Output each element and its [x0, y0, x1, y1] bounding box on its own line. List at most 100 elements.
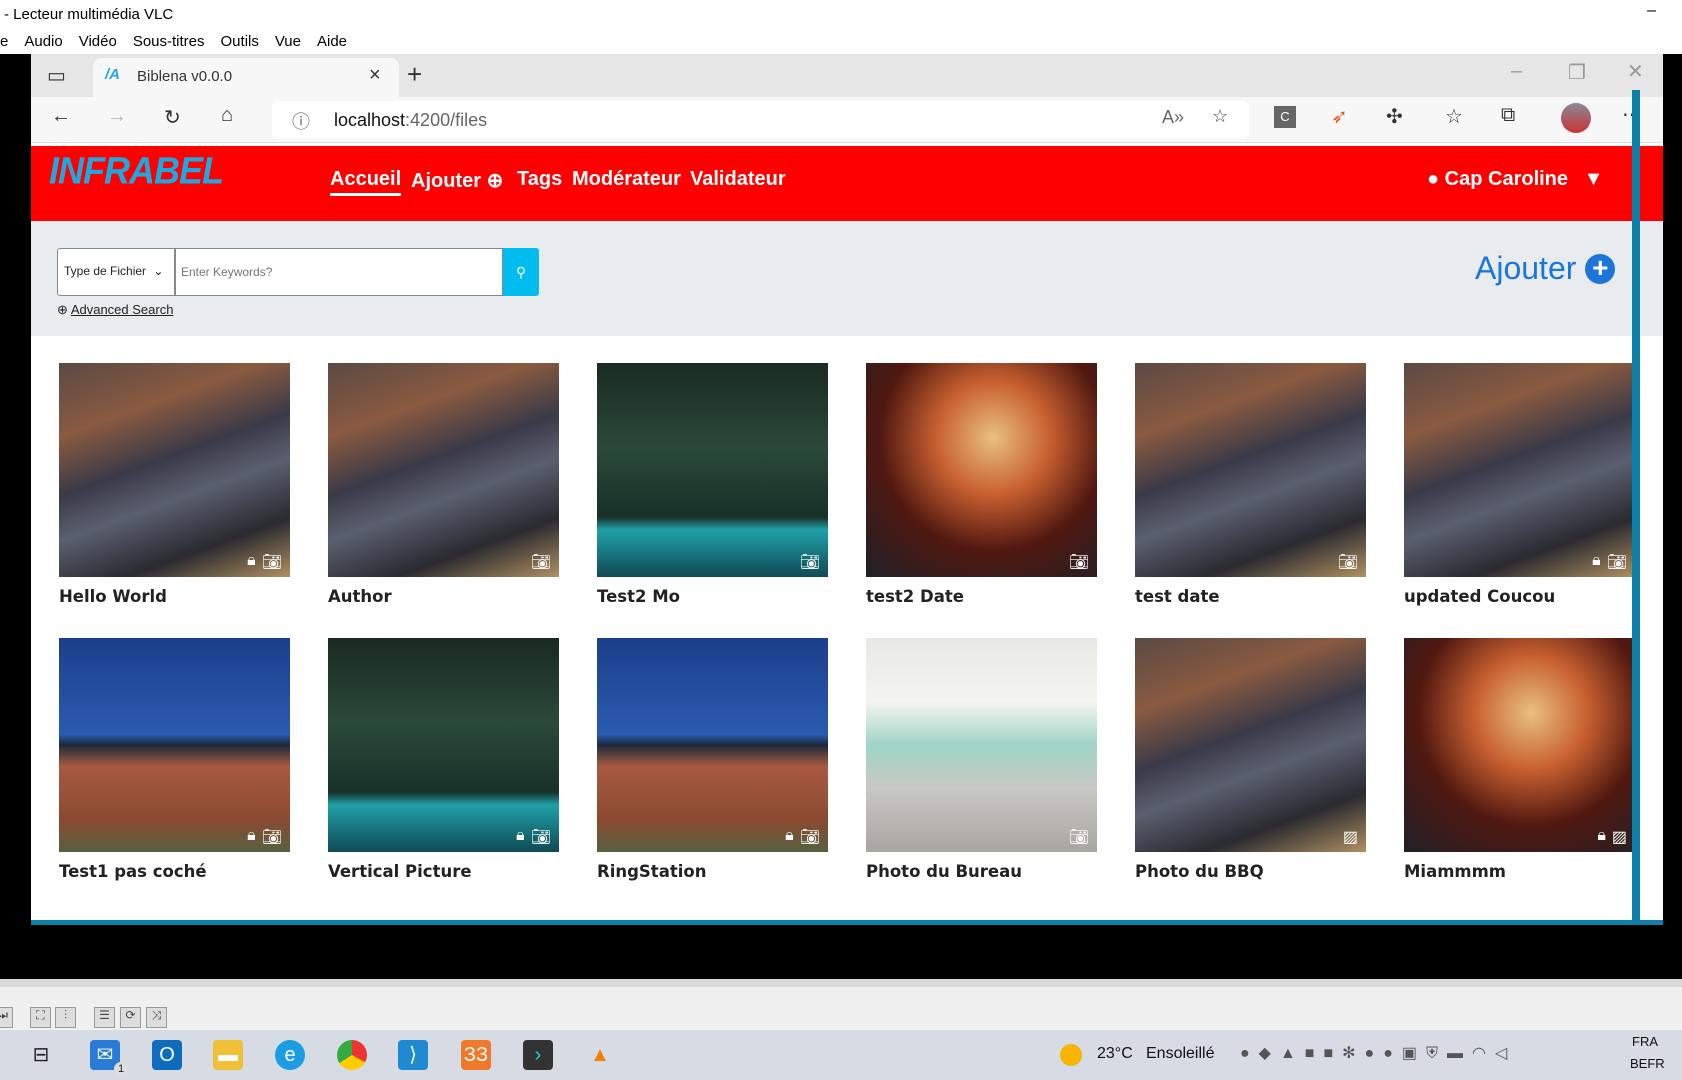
minimize-icon[interactable]: –: [1511, 60, 1522, 83]
file-card[interactable]: 📷︎ test2 Date: [866, 363, 1097, 606]
file-type-select[interactable]: Type de Fichier ⌄: [57, 248, 175, 296]
vscode-icon[interactable]: ⟩: [398, 1040, 428, 1070]
file-card[interactable]: 📷︎ Test2 Mo: [597, 363, 828, 606]
file-thumbnail[interactable]: 🔒︎ 📷︎: [328, 638, 559, 852]
file-card[interactable]: 📷︎ Author: [328, 363, 559, 606]
file-title[interactable]: test2 Date: [866, 587, 1097, 606]
file-title[interactable]: Photo du Bureau: [866, 862, 1097, 881]
file-title[interactable]: RingStation: [597, 862, 828, 881]
outlook-icon[interactable]: O: [152, 1040, 182, 1070]
file-thumbnail[interactable]: 🔒︎ 📷︎: [1404, 363, 1635, 577]
next-frame-button[interactable]: ⏭: [0, 1007, 13, 1028]
keyboard-layout[interactable]: BEFR: [1630, 1056, 1665, 1071]
ajouter-button[interactable]: Ajouter +: [1475, 250, 1616, 287]
nav-accueil[interactable]: Accueil: [330, 168, 402, 196]
file-card[interactable]: 🔒︎ 📷︎ Vertical Picture: [328, 638, 559, 881]
forward-icon[interactable]: →: [107, 105, 127, 128]
chrome-icon[interactable]: [337, 1040, 367, 1070]
file-thumbnail[interactable]: 📷︎: [1135, 363, 1366, 577]
file-title[interactable]: updated Coucou: [1404, 587, 1635, 606]
file-explorer-icon[interactable]: ▬: [213, 1040, 243, 1070]
file-thumbnail[interactable]: 🔒︎ 📷︎: [597, 638, 828, 852]
nav-tags[interactable]: Tags: [517, 168, 562, 191]
file-thumbnail[interactable]: 🔒︎ ▨: [1404, 638, 1635, 852]
weather-temp[interactable]: 23°C: [1097, 1045, 1133, 1063]
new-tab-icon[interactable]: +: [407, 59, 422, 90]
profile-avatar[interactable]: [1561, 103, 1591, 133]
menu-media[interactable]: e: [0, 30, 8, 54]
vlc-icon[interactable]: ▲: [585, 1040, 615, 1070]
shuffle-button[interactable]: ⤨: [146, 1007, 167, 1028]
file-title[interactable]: Test2 Mo: [597, 587, 828, 606]
user-menu[interactable]: ● Cap Caroline ▼: [1427, 168, 1603, 191]
close-window-icon[interactable]: ✕: [1627, 59, 1644, 84]
weather-desc[interactable]: Ensoleillé: [1146, 1045, 1214, 1063]
menu-view[interactable]: Vue: [275, 30, 301, 54]
fullscreen-button[interactable]: ⛶: [30, 1007, 51, 1028]
file-thumbnail[interactable]: 📷︎: [328, 363, 559, 577]
file-title[interactable]: Photo du BBQ: [1135, 862, 1366, 881]
refresh-icon[interactable]: ↻: [164, 105, 181, 130]
extension-c-icon[interactable]: C: [1274, 106, 1296, 128]
file-title[interactable]: Hello World: [59, 587, 290, 606]
infrabel-logo[interactable]: INFRABEL: [49, 149, 224, 193]
file-title[interactable]: Author: [328, 587, 559, 606]
file-thumbnail[interactable]: 🔒︎ 📷︎: [59, 638, 290, 852]
nav-validateur[interactable]: Validateur: [690, 168, 786, 191]
tab-actions-icon[interactable]: ▭: [47, 63, 66, 88]
system-tray-icons[interactable]: ●◆▲■■✻●●▣⛨▬◠◁: [1240, 1043, 1516, 1063]
file-title[interactable]: Miammmm: [1404, 862, 1635, 881]
extended-settings-button[interactable]: ⫶: [55, 1007, 76, 1028]
file-thumbnail[interactable]: 📷︎: [866, 638, 1097, 852]
file-card[interactable]: ▨ Photo du BBQ: [1135, 638, 1366, 881]
file-title[interactable]: Test1 pas coché: [59, 862, 290, 881]
search-button[interactable]: ⚲: [503, 248, 539, 296]
file-thumbnail[interactable]: 📷︎: [597, 363, 828, 577]
favorites-icon[interactable]: ☆: [1445, 104, 1463, 129]
file-title[interactable]: test date: [1135, 587, 1366, 606]
minimize-button[interactable]: –: [1647, 2, 1656, 20]
keywords-input[interactable]: [175, 248, 503, 296]
menu-video[interactable]: Vidéo: [79, 30, 117, 54]
menu-help[interactable]: Aide: [317, 30, 347, 54]
site-info-icon[interactable]: ⓘ: [292, 108, 310, 134]
xampp-icon[interactable]: ЗЗ: [461, 1040, 491, 1070]
home-icon[interactable]: ⌂: [221, 104, 233, 127]
camera-icon: 📷︎: [530, 554, 551, 571]
file-card[interactable]: 📷︎ test date: [1135, 363, 1366, 606]
advanced-search-link[interactable]: ⊕ Advanced Search: [57, 302, 173, 318]
menu-audio[interactable]: Audio: [24, 30, 62, 54]
loop-button[interactable]: ⟳: [120, 1007, 141, 1028]
mail-icon[interactable]: ✉ 1: [90, 1040, 128, 1076]
nav-ajouter[interactable]: Ajouter ⊕: [411, 168, 503, 193]
edge-icon[interactable]: e: [275, 1040, 305, 1070]
file-thumbnail[interactable]: ▨: [1135, 638, 1366, 852]
file-card[interactable]: 🔒︎ 📷︎ Hello World: [59, 363, 290, 606]
file-card[interactable]: 📷︎ Photo du Bureau: [866, 638, 1097, 881]
collections-icon[interactable]: ⧉: [1501, 104, 1515, 127]
close-tab-icon[interactable]: ×: [369, 64, 381, 87]
tab-biblena[interactable]: /A Biblena v0.0.0 ×: [93, 58, 399, 97]
file-card[interactable]: 🔒︎ 📷︎ Test1 pas coché: [59, 638, 290, 881]
file-card[interactable]: 🔒︎ 📷︎ updated Coucou: [1404, 363, 1635, 606]
playlist-button[interactable]: ☰: [94, 1007, 115, 1028]
file-card[interactable]: 🔒︎ 📷︎ RingStation: [597, 638, 828, 881]
add-favorite-icon[interactable]: ☆: [1212, 106, 1228, 127]
extensions-icon[interactable]: ✣: [1386, 104, 1403, 129]
file-thumbnail[interactable]: 📷︎: [866, 363, 1097, 577]
address-bar[interactable]: ⓘ localhost:4200/files A» ☆: [272, 101, 1249, 139]
terminal-icon[interactable]: ›: [523, 1040, 553, 1070]
file-thumbnail[interactable]: 🔒︎ 📷︎: [59, 363, 290, 577]
read-aloud-icon[interactable]: A»: [1162, 107, 1184, 128]
file-card[interactable]: 🔒︎ ▨ Miammmm: [1404, 638, 1635, 881]
language-indicator[interactable]: FRA: [1632, 1034, 1658, 1049]
back-icon[interactable]: ←: [51, 105, 71, 128]
nav-moderateur[interactable]: Modérateur: [572, 168, 681, 191]
page-scrollbar[interactable]: [1632, 90, 1640, 925]
menu-tools[interactable]: Outils: [221, 30, 259, 54]
swift-extension-icon[interactable]: ➶: [1331, 104, 1348, 129]
restore-icon[interactable]: ❐: [1568, 60, 1586, 85]
task-view-icon[interactable]: ⊟: [26, 1040, 56, 1070]
menu-subtitles[interactable]: Sous-titres: [133, 30, 205, 54]
file-title[interactable]: Vertical Picture: [328, 862, 559, 881]
